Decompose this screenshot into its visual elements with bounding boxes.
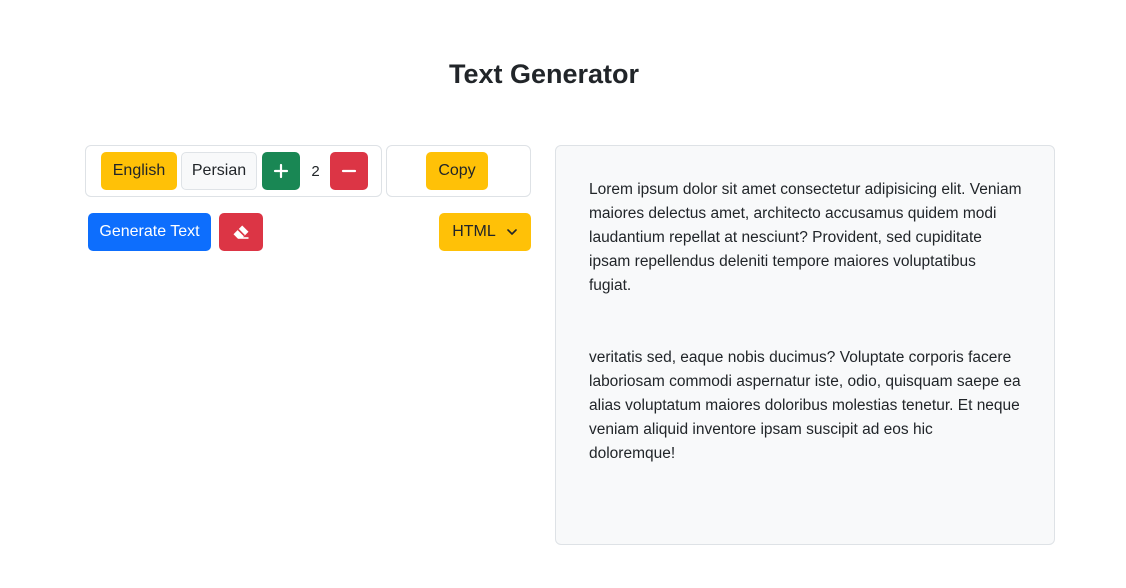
copy-button[interactable]: Copy [426, 152, 488, 190]
eraser-icon [232, 224, 250, 240]
generate-text-button[interactable]: Generate Text [88, 213, 211, 251]
generated-text-output: Lorem ipsum dolor sit amet consectetur a… [555, 145, 1055, 545]
minus-icon [341, 163, 357, 179]
decrement-button[interactable] [330, 152, 368, 190]
plus-icon [273, 163, 289, 179]
output-paragraph: Lorem ipsum dolor sit amet consectetur a… [589, 181, 1022, 294]
chevron-down-icon [506, 226, 518, 238]
output-paragraph: veritatis sed, eaque nobis ducimus? Volu… [589, 349, 1021, 462]
persian-button[interactable]: Persian [181, 152, 257, 190]
page-title: Text Generator [448, 59, 640, 89]
clear-button[interactable] [219, 213, 263, 251]
english-button[interactable]: English [101, 152, 177, 190]
format-select[interactable]: HTML [439, 213, 531, 251]
format-select-value: HTML [452, 223, 496, 240]
increment-button[interactable] [262, 152, 300, 190]
paragraph-count: 2 [311, 162, 320, 180]
page: Text Generator English Persian 2 Copy Ge… [0, 0, 1126, 588]
